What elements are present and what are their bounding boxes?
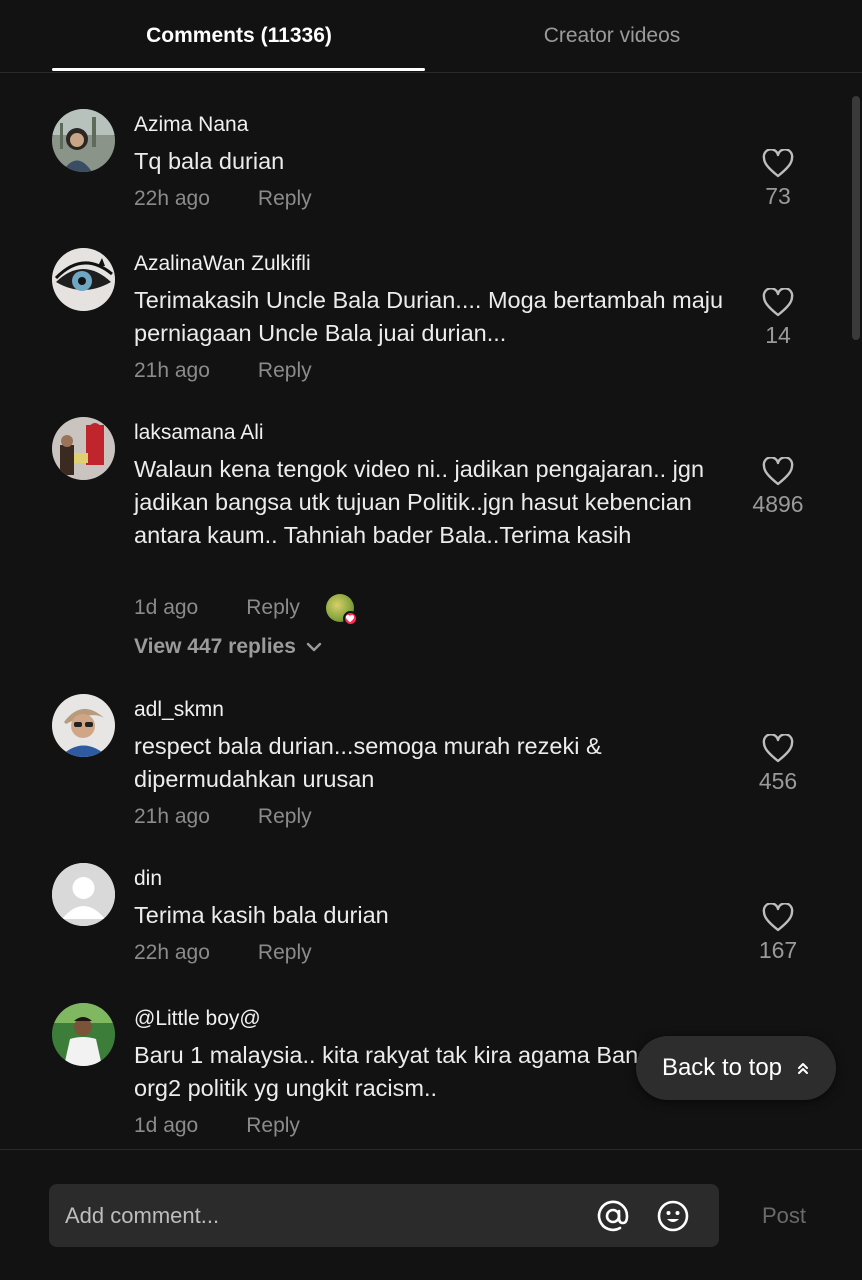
at-sign-icon[interactable] [596,1199,630,1233]
heart-icon [762,457,794,487]
like-button[interactable]: 14 [740,288,816,349]
comment-time: 22h ago [134,187,210,210]
reply-button[interactable]: Reply [246,596,300,620]
back-to-top-button[interactable]: Back to top [636,1036,836,1100]
comment-text: respect bala durian...semoga murah rezek… [134,733,602,792]
heart-icon [762,149,794,179]
comment-username[interactable]: din [134,867,162,891]
comment-username[interactable]: laksamana Ali [134,421,264,445]
like-button[interactable]: 4896 [740,457,816,518]
comment-text: Tq bala durian [134,148,285,174]
like-count: 456 [758,768,798,794]
reply-button[interactable]: Reply [258,805,312,829]
comment-username[interactable]: Azima Nana [134,113,248,137]
active-tab-indicator [52,68,425,71]
tab-bar: Comments (11336) Creator videos [0,0,862,73]
like-button[interactable]: 456 [740,734,816,795]
comment-meta: 22h ago Reply [134,187,312,211]
reply-button[interactable]: Reply [258,941,312,965]
like-count: 4896 [752,491,804,517]
comment-username[interactable]: adl_skmn [134,698,224,722]
creator-liked-avatar [325,594,358,626]
heart-icon [762,288,794,318]
heart-icon [762,903,794,933]
view-replies-label: View 447 replies [134,635,296,658]
comment-text: Walaun kena tengok video ni.. jadikan pe… [134,456,705,548]
tab-comments-count: (11336) [260,24,332,47]
scrollbar-thumb[interactable] [852,96,860,340]
reply-button[interactable]: Reply [246,1114,300,1138]
emoji-icon[interactable] [656,1199,690,1233]
view-replies-button[interactable]: View 447 replies [134,635,322,659]
tab-creator-videos[interactable]: Creator videos [425,0,799,72]
chevron-down-icon [306,641,322,653]
comment-time: 21h ago [134,359,210,382]
avatar[interactable] [52,417,115,480]
tab-comments[interactable]: Comments (11336) [52,0,426,72]
comment-username[interactable]: @Little boy@ [134,1007,261,1031]
reply-button[interactable]: Reply [258,359,312,383]
comment-text: Terima kasih bala durian [134,902,389,928]
comment-time: 21h ago [134,805,210,828]
like-count: 73 [765,183,791,209]
comment-text: Terimakasih Uncle Bala Durian.... Moga b… [134,287,724,346]
comment-time: 1d ago [134,596,199,619]
tab-comments-label: Comments [146,24,255,47]
heart-icon [762,734,794,764]
comment-meta: 21h ago Reply [134,359,312,383]
avatar[interactable] [52,694,115,757]
creator-heart-icon [342,611,358,626]
avatar[interactable] [52,109,115,172]
avatar[interactable] [52,1003,115,1066]
comment-time: 22h ago [134,941,210,964]
comment-meta: 1d ago Reply [134,1114,300,1138]
comment-username[interactable]: AzalinaWan Zulkifli [134,252,311,276]
like-count: 14 [765,322,791,348]
back-to-top-label: Back to top [661,1054,783,1081]
post-button[interactable]: Post [748,1184,820,1247]
comment-time: 1d ago [134,1114,199,1137]
like-button[interactable]: 167 [740,903,816,964]
comment-meta: 21h ago Reply [134,805,312,829]
avatar[interactable] [52,248,115,311]
avatar[interactable] [52,863,115,926]
comment-input-box[interactable] [49,1184,719,1247]
comment-composer: Post [0,1149,862,1280]
reply-button[interactable]: Reply [258,187,312,211]
double-chevron-up-icon [796,1060,810,1076]
like-button[interactable]: 73 [740,149,816,210]
like-count: 167 [758,937,798,963]
comment-input[interactable] [65,1184,575,1247]
comment-meta: 1d ago Reply [134,594,358,626]
comment-meta: 22h ago Reply [134,941,312,965]
